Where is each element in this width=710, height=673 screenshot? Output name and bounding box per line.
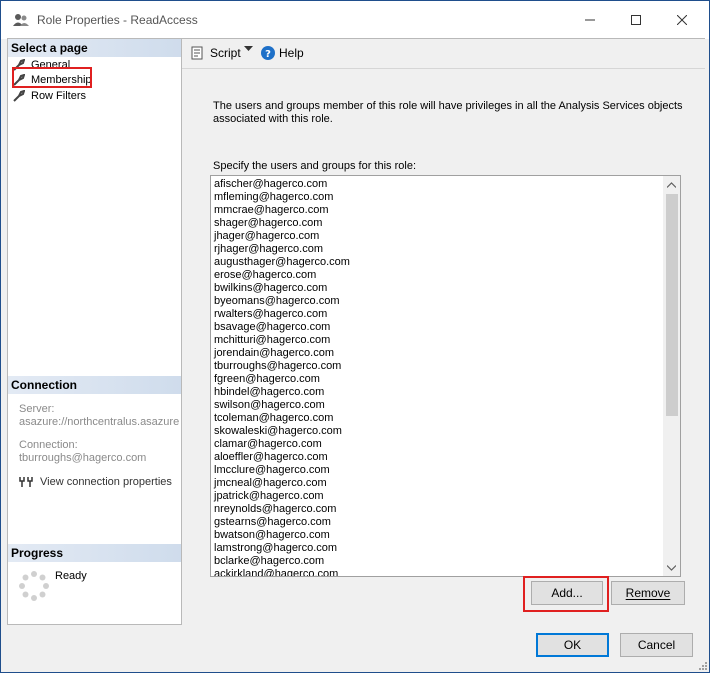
specify-members-label: Specify the users and groups for this ro…	[213, 160, 416, 172]
members-listbox[interactable]: afischer@hagerco.com mfleming@hagerco.com…	[210, 175, 681, 577]
member-list-item[interactable]: aloeffler@hagerco.com	[214, 451, 662, 464]
role-properties-dialog: Role Properties - ReadAccess Select a pa…	[0, 0, 710, 673]
member-list-item[interactable]: byeomans@hagerco.com	[214, 295, 662, 308]
member-list-item[interactable]: bwilkins@hagerco.com	[214, 282, 662, 295]
member-list-item[interactable]: bclarke@hagerco.com	[214, 555, 662, 568]
server-label: Server:	[19, 403, 55, 415]
member-list-item[interactable]: mmcrae@hagerco.com	[214, 204, 662, 217]
progress-spinner-icon	[19, 571, 49, 601]
toolbar: Script ? Help	[182, 39, 705, 69]
member-list-item[interactable]: mchitturi@hagerco.com	[214, 334, 662, 347]
member-list-item[interactable]: erose@hagerco.com	[214, 269, 662, 282]
title-bar: Role Properties - ReadAccess	[1, 1, 709, 39]
member-list-item[interactable]: jhager@hagerco.com	[214, 230, 662, 243]
resize-grip-icon[interactable]	[696, 659, 708, 671]
script-icon	[191, 46, 203, 60]
member-list-item[interactable]: jmcneal@hagerco.com	[214, 477, 662, 490]
member-list-item[interactable]: rwalters@hagerco.com	[214, 308, 662, 321]
members-scrollbar[interactable]	[663, 176, 680, 576]
page-row-filters[interactable]: Row Filters	[13, 88, 86, 104]
window-title: Role Properties - ReadAccess	[37, 13, 198, 27]
scroll-thumb[interactable]	[666, 194, 678, 416]
member-list-item[interactable]: gstearns@hagerco.com	[214, 516, 662, 529]
chevron-down-icon	[667, 564, 676, 571]
add-highlight-box	[523, 576, 609, 612]
progress-header: Progress	[8, 544, 181, 562]
chevron-up-icon	[667, 181, 676, 188]
members-list: afischer@hagerco.com mfleming@hagerco.com…	[214, 178, 662, 576]
scroll-down-button[interactable]	[663, 559, 680, 576]
member-list-item[interactable]: tburroughs@hagerco.com	[214, 360, 662, 373]
progress-status: Ready	[55, 570, 87, 582]
member-list-item[interactable]: swilson@hagerco.com	[214, 399, 662, 412]
script-dropdown[interactable]	[244, 46, 253, 52]
remove-button[interactable]: Remove	[611, 581, 685, 605]
membership-highlight-box	[12, 67, 92, 88]
member-list-item[interactable]: fgreen@hagerco.com	[214, 373, 662, 386]
chevron-down-icon	[244, 46, 253, 51]
member-list-item[interactable]: nreynolds@hagerco.com	[214, 503, 662, 516]
cancel-button[interactable]: Cancel	[620, 633, 693, 657]
member-list-item[interactable]: augusthager@hagerco.com	[214, 256, 662, 269]
membership-content: The users and groups member of this role…	[182, 69, 705, 626]
users-icon	[13, 14, 29, 26]
connection-value: tburroughs@hagerco.com	[19, 452, 147, 464]
select-page-header: Select a page	[8, 39, 181, 57]
member-list-item[interactable]: tcoleman@hagerco.com	[214, 412, 662, 425]
ok-button[interactable]: OK	[536, 633, 609, 657]
member-list-item[interactable]: bsavage@hagerco.com	[214, 321, 662, 334]
remove-label: Remove	[625, 586, 671, 600]
connection-plug-icon	[19, 477, 33, 487]
view-connection-properties-link[interactable]: View connection properties	[18, 475, 172, 489]
member-list-item[interactable]: mfleming@hagerco.com	[214, 191, 662, 204]
membership-description: The users and groups member of this role…	[213, 100, 683, 125]
server-value: asazure://northcentralus.asazure.windows…	[19, 416, 179, 428]
scroll-up-button[interactable]	[663, 176, 680, 193]
help-label: Help	[279, 46, 304, 60]
member-list-item[interactable]: shager@hagerco.com	[214, 217, 662, 230]
script-label: Script	[210, 46, 241, 60]
right-panel: Script ? Help The users and groups membe…	[182, 38, 705, 626]
member-list-item[interactable]: skowaleski@hagerco.com	[214, 425, 662, 438]
help-button[interactable]: ? Help	[261, 46, 304, 60]
page-row-filters-label: Row Filters	[31, 90, 87, 102]
maximize-button[interactable]	[613, 1, 659, 39]
member-list-item[interactable]: hbindel@hagerco.com	[214, 386, 662, 399]
member-list-item[interactable]: lamstrong@hagerco.com	[214, 542, 662, 555]
member-list-item[interactable]: lmcclure@hagerco.com	[214, 464, 662, 477]
member-list-item[interactable]: jpatrick@hagerco.com	[214, 490, 662, 503]
connection-header: Connection	[8, 376, 181, 394]
close-icon	[677, 15, 687, 25]
minimize-button[interactable]	[567, 1, 613, 39]
maximize-icon	[631, 15, 641, 25]
view-connection-properties-label: View connection properties	[40, 476, 172, 488]
minimize-icon	[585, 19, 595, 21]
member-list-item[interactable]: bwatson@hagerco.com	[214, 529, 662, 542]
wrench-icon	[13, 90, 25, 102]
member-list-item[interactable]: afischer@hagerco.com	[214, 178, 662, 191]
script-button[interactable]: Script	[190, 46, 241, 60]
help-icon: ?	[261, 46, 275, 60]
member-list-item[interactable]: jorendain@hagerco.com	[214, 347, 662, 360]
left-panel: Select a page General Membership Row Fil…	[7, 38, 182, 625]
svg-text:?: ?	[265, 49, 271, 60]
connection-label: Connection:	[19, 439, 78, 451]
member-list-item[interactable]: clamar@hagerco.com	[214, 438, 662, 451]
member-list-item[interactable]: rjhager@hagerco.com	[214, 243, 662, 256]
close-button[interactable]	[659, 1, 705, 39]
